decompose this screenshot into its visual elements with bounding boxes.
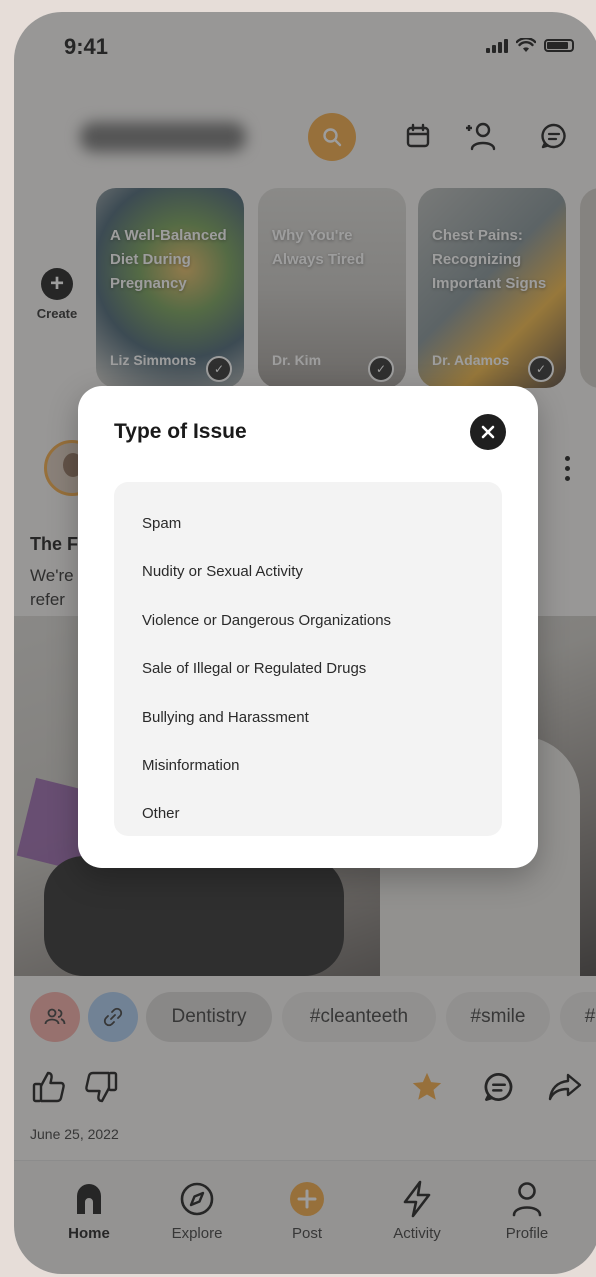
close-icon	[481, 425, 495, 439]
issue-option-other[interactable]: Other	[114, 790, 502, 838]
issue-option-drugs[interactable]: Sale of Illegal or Regulated Drugs	[114, 645, 502, 693]
dialog-title: Type of Issue	[114, 420, 247, 443]
issue-option-nudity[interactable]: Nudity or Sexual Activity	[114, 548, 502, 596]
issue-type-list: Spam Nudity or Sexual Activity Violence …	[114, 482, 502, 836]
close-button[interactable]	[470, 414, 506, 450]
issue-option-misinformation[interactable]: Misinformation	[114, 742, 502, 790]
issue-option-bullying[interactable]: Bullying and Harassment	[114, 694, 502, 742]
issue-option-spam[interactable]: Spam	[114, 500, 502, 548]
issue-option-violence[interactable]: Violence or Dangerous Organizations	[114, 597, 502, 645]
report-issue-dialog: Type of Issue Spam Nudity or Sexual Acti…	[78, 386, 538, 868]
